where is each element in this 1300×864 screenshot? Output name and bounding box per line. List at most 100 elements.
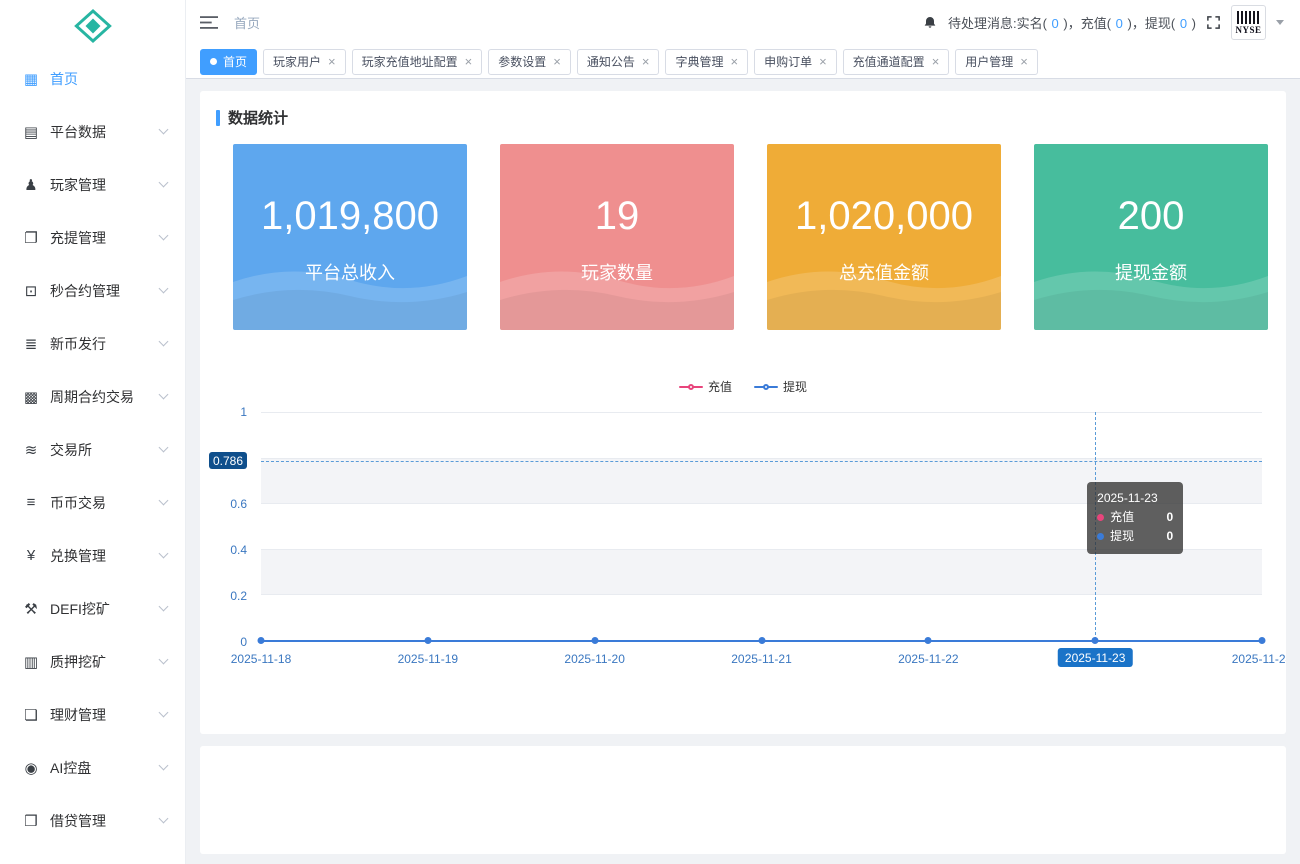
tab-subscription-orders[interactable]: 申购订单 × (754, 48, 837, 75)
brand-logo[interactable] (0, 0, 185, 52)
tab-player-recharge-address-config[interactable]: 玩家充值地址配置 × (351, 48, 483, 75)
pending-item-close: )， (1059, 16, 1081, 31)
chevron-down-icon (158, 124, 169, 135)
sidebar-item-deposit-withdraw[interactable]: ❐ 充提管理 (0, 211, 185, 264)
close-icon[interactable]: × (730, 55, 738, 68)
y-tick-label: 1 (240, 405, 247, 419)
pending-recharge[interactable]: 充值( 0 )， (1081, 13, 1145, 32)
sidebar-item-staking-mining[interactable]: ▥ 质押挖矿 (0, 635, 185, 688)
tooltip-series-name: 提现 (1110, 529, 1135, 544)
x-tick-label: 2025-11-20 (564, 652, 625, 666)
split-area-band (261, 548, 1262, 595)
chevron-down-icon (158, 336, 169, 347)
wallet-card-icon: ❐ (24, 229, 38, 247)
pending-count: 0 (1115, 16, 1123, 31)
topbar: 首页 待处理消息: 实名( 0 )， 充值( 0 )， 提现( 0 ) NYSE (186, 0, 1300, 45)
close-icon[interactable]: × (328, 55, 336, 68)
sidebar-item-period-contract[interactable]: ▩ 周期合约交易 (0, 370, 185, 423)
data-point[interactable] (1091, 637, 1099, 644)
plot-area: 2025-11-23 充值 0 提现 0 (257, 412, 1266, 644)
line-series-marker-icon (754, 381, 778, 392)
bell-icon[interactable] (922, 15, 938, 31)
sidebar-item-announcement-management[interactable]: ▭ 公告管理 (0, 847, 185, 864)
fullscreen-icon[interactable] (1206, 15, 1221, 30)
avatar-brand-text: NYSE (1235, 25, 1262, 35)
close-icon[interactable]: × (932, 55, 940, 68)
sidebar-item-platform-data[interactable]: ▤ 平台数据 (0, 105, 185, 158)
tab-home[interactable]: 首页 (200, 48, 258, 75)
legend-item-withdraw[interactable]: 提现 (754, 378, 807, 395)
caret-down-icon[interactable] (1276, 20, 1284, 25)
sidebar-collapse-icon[interactable] (200, 15, 218, 30)
recharge-withdraw-chart: 充值 提现 2025-11-23 充值 0 提现 0 1 0.6 0.4 0.2… (208, 368, 1286, 686)
monitor-icon: ⊡ (24, 282, 38, 300)
sidebar-item-player-management[interactable]: ♟ 玩家管理 (0, 158, 185, 211)
tab-player-users[interactable]: 玩家用户 × (263, 48, 346, 75)
tooltip-row: 提现 0 (1097, 527, 1173, 546)
data-point[interactable] (424, 637, 432, 644)
x-tick-label: 2025-11-18 (230, 652, 292, 666)
stat-card-withdraw-amount: 200 提现金额 (1034, 144, 1268, 330)
data-point[interactable] (758, 637, 765, 644)
stat-label: 玩家数量 (581, 263, 653, 283)
tab-notice[interactable]: 通知公告 × (576, 48, 660, 75)
data-point[interactable] (1258, 637, 1266, 644)
gridline (261, 412, 1262, 413)
stat-value: 1,020,000 (795, 194, 973, 238)
breadcrumb[interactable]: 首页 (234, 13, 260, 32)
tab-dictionary-management[interactable]: 字典管理 × (665, 48, 749, 75)
sidebar-item-label: 质押挖矿 (50, 653, 106, 670)
stat-value: 1,019,800 (261, 194, 439, 238)
chart-legend: 充值 提现 (216, 378, 1270, 395)
close-icon[interactable]: × (819, 55, 827, 68)
pending-messages: 待处理消息: 实名( 0 )， 充值( 0 )， 提现( 0 ) (948, 13, 1196, 32)
mining-icon: ⚒ (24, 600, 38, 618)
sidebar-item-label: 玩家管理 (50, 176, 106, 193)
avatar[interactable]: NYSE (1231, 5, 1266, 40)
data-point[interactable] (924, 637, 932, 644)
y-axis-labels: 1 0.8 0.6 0.4 0.2 0 0.786 (208, 405, 254, 649)
pending-withdraw[interactable]: 提现( 0 ) (1145, 13, 1196, 32)
sidebar-item-swap-management[interactable]: ¥ 兑换管理 (0, 529, 185, 582)
sidebar-item-second-contract[interactable]: ⊡ 秒合约管理 (0, 264, 185, 317)
chevron-down-icon (158, 707, 169, 718)
tooltip-row: 充值 0 (1097, 508, 1173, 527)
tooltip-series-value: 0 (1166, 510, 1174, 525)
pending-item-close: )， (1123, 16, 1145, 31)
legend-label: 提现 (783, 380, 808, 394)
chart-tooltip: 2025-11-23 充值 0 提现 0 (1087, 482, 1184, 554)
close-icon[interactable]: × (1020, 55, 1028, 68)
legend-item-recharge[interactable]: 充值 (678, 378, 732, 395)
sidebar-item-exchange[interactable]: ≋ 交易所 (0, 423, 185, 476)
sidebar-item-coin-trade[interactable]: ≡ 币币交易 (0, 476, 185, 529)
stat-cards: 1,019,800 平台总收入 19 玩家数量 1,020,000 总充值金额 … (233, 144, 1270, 330)
tab-parameter-settings[interactable]: 参数设置 × (488, 48, 571, 75)
tab-label: 字典管理 (675, 55, 724, 69)
dashboard-icon: ▦ (23, 70, 39, 88)
data-book-icon: ▤ (23, 123, 39, 141)
data-point[interactable] (591, 637, 599, 644)
chevron-down-icon (158, 548, 169, 559)
tab-user-management[interactable]: 用户管理 × (955, 48, 1038, 75)
close-icon[interactable]: × (553, 55, 561, 68)
chevron-down-icon (158, 177, 169, 188)
chevron-down-icon (158, 389, 169, 400)
sidebar-item-loan-management[interactable]: ❒ 借贷管理 (0, 794, 185, 847)
tab-recharge-channel-config[interactable]: 充值通道配置 × (842, 48, 950, 75)
data-point[interactable] (257, 637, 265, 644)
pending-realname[interactable]: 实名( 0 )， (1017, 13, 1081, 32)
sidebar-item-defi-mining[interactable]: ⚒ DEFI挖矿 (0, 582, 185, 635)
chevron-down-icon (158, 283, 169, 294)
empty-panel (200, 746, 1286, 854)
sidebar-item-home[interactable]: ▦ 首页 (0, 52, 185, 105)
sidebar-item-new-coin-issue[interactable]: ≣ 新币发行 (0, 317, 185, 370)
sidebar-item-label: 兑换管理 (50, 547, 106, 564)
axis-pointer-x-label: 2025-11-23 (1057, 648, 1133, 667)
stat-card-player-count: 19 玩家数量 (500, 144, 734, 330)
gridline (261, 594, 1262, 596)
sidebar-item-wealth-management[interactable]: ❏ 理财管理 (0, 688, 185, 741)
sidebar-item-ai-control[interactable]: ◉ AI控盘 (0, 741, 185, 794)
close-icon[interactable]: × (465, 55, 473, 68)
close-icon[interactable]: × (642, 55, 650, 68)
sidebar-item-label: 首页 (50, 70, 78, 87)
